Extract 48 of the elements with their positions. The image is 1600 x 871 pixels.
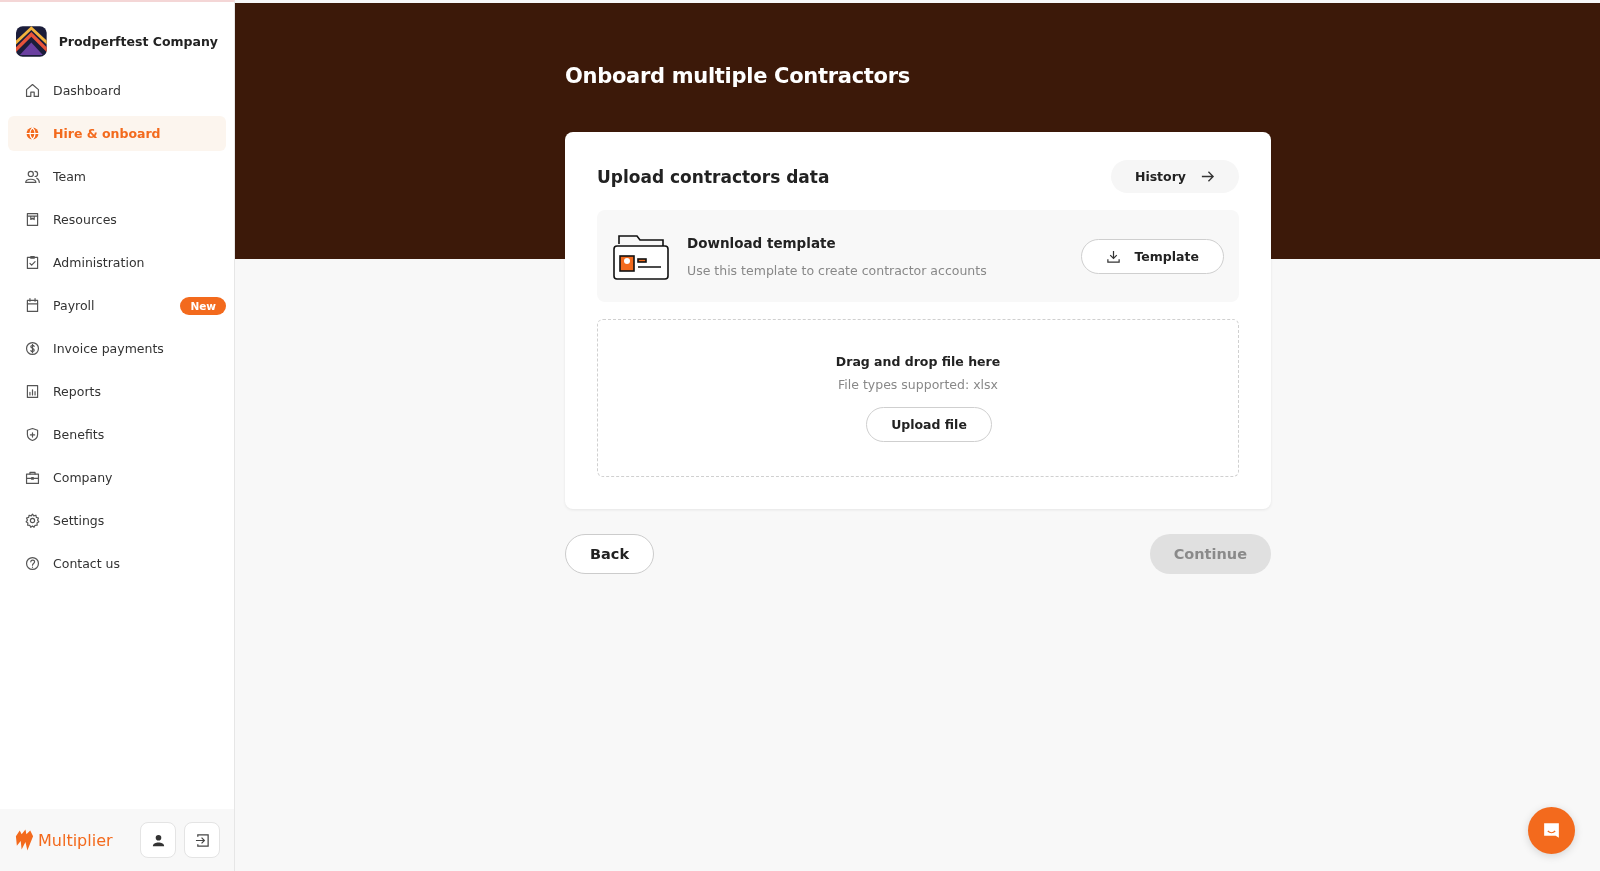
back-button[interactable]: Back — [565, 534, 655, 574]
people-icon — [24, 168, 41, 185]
company-name: Prodperftest Company — [58, 34, 218, 49]
shield-icon — [24, 426, 41, 443]
calendar-icon — [24, 297, 41, 314]
new-badge: New — [180, 296, 226, 315]
globe-icon — [24, 125, 41, 142]
help-icon — [24, 555, 41, 572]
clipboard-icon — [24, 254, 41, 271]
sidebar-item[interactable]: Reports — [8, 374, 226, 409]
template-button[interactable]: Template — [1080, 238, 1224, 274]
chat-icon — [1541, 820, 1562, 841]
dropzone[interactable]: Drag and drop file here File types supported: xlsx Upload file — [597, 319, 1239, 477]
sidebar-item[interactable]: Dashboard — [8, 73, 226, 108]
template-description: Use this template to create contractor accounts — [687, 262, 988, 278]
sidebar-item[interactable]: Invoice payments — [8, 331, 226, 366]
page-title: Onboard multiple Contractors — [565, 64, 911, 88]
dropzone-hint: File types supported: xlsx — [838, 377, 998, 392]
download-icon — [1105, 248, 1121, 264]
profile-button[interactable] — [140, 822, 176, 858]
sidebar-item[interactable]: Contact us — [8, 546, 226, 581]
template-title: Download template — [687, 234, 837, 251]
chart-icon — [24, 383, 41, 400]
card-title: Upload contractors data — [597, 166, 830, 187]
arrow-right-icon — [1200, 169, 1215, 184]
sidebar-item[interactable]: Benefits — [8, 417, 226, 452]
brand-name: Multiplier — [38, 830, 113, 850]
chat-button[interactable] — [1528, 807, 1575, 854]
briefcase-icon — [24, 469, 41, 486]
dollar-icon — [24, 340, 41, 357]
dropzone-title: Drag and drop file here — [835, 354, 1001, 369]
sidebar-item[interactable]: Company — [8, 460, 226, 495]
logout-icon — [194, 832, 210, 848]
history-button[interactable]: History — [1110, 160, 1239, 193]
upload-button[interactable]: Upload file — [866, 407, 992, 442]
person-icon — [150, 832, 166, 848]
home-icon — [24, 82, 41, 99]
sidebar-item[interactable]: Settings — [8, 503, 226, 538]
sidebar-item[interactable]: Payroll New — [8, 288, 226, 323]
book-icon — [24, 211, 41, 228]
id-card-folder-icon — [613, 232, 669, 280]
sidebar-item[interactable]: Team — [8, 159, 226, 194]
logout-button[interactable] — [184, 822, 220, 858]
brand-logo-icon — [14, 827, 35, 853]
sidebar-item[interactable]: Resources — [8, 202, 226, 237]
gear-icon — [24, 512, 41, 529]
company-logo — [16, 26, 47, 57]
sidebar-item[interactable]: Administration — [8, 245, 226, 280]
